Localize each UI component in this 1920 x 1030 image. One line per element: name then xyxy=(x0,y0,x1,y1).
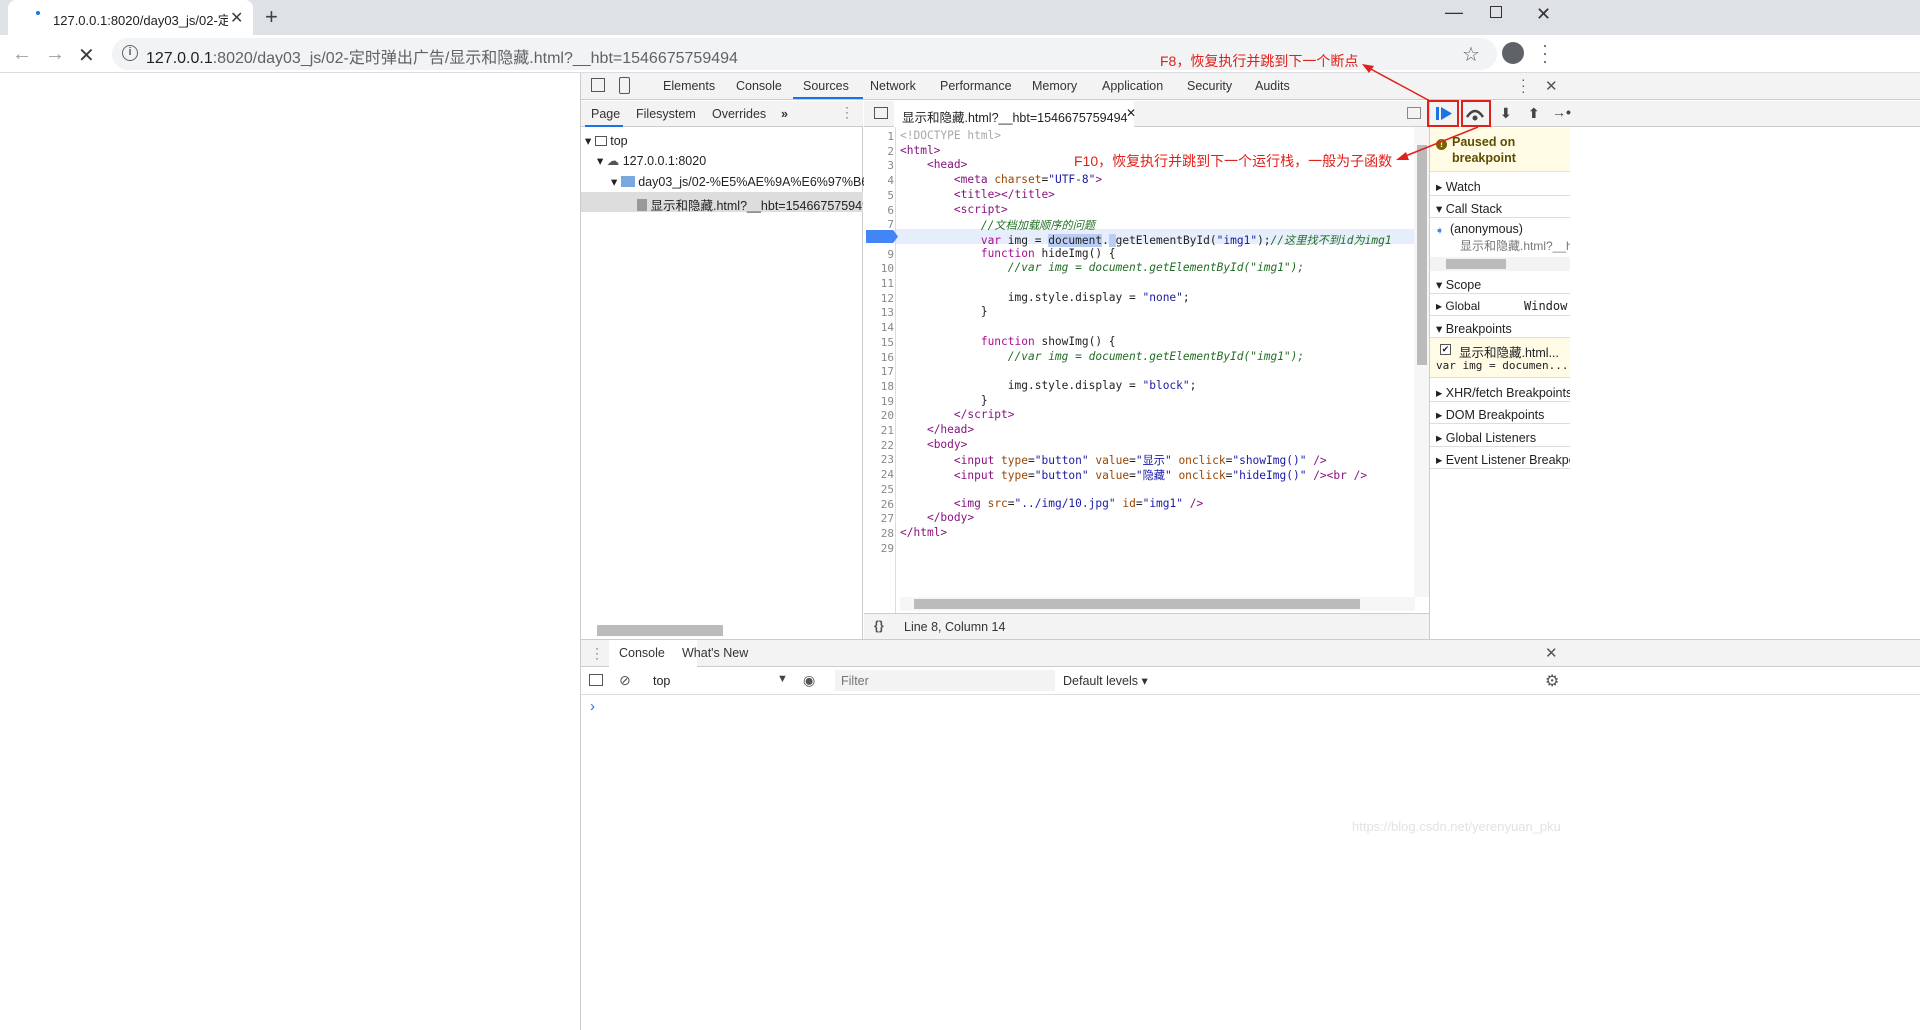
watermark: https://blog.csdn.net/yerenyuan_pku xyxy=(1352,819,1561,834)
arrow-f8 xyxy=(1366,66,1431,102)
arrow-f8-head xyxy=(1362,64,1374,73)
annotation-arrows xyxy=(1362,64,1479,160)
arrow-f10-head xyxy=(1396,152,1409,160)
arrow-f10 xyxy=(1402,126,1479,158)
